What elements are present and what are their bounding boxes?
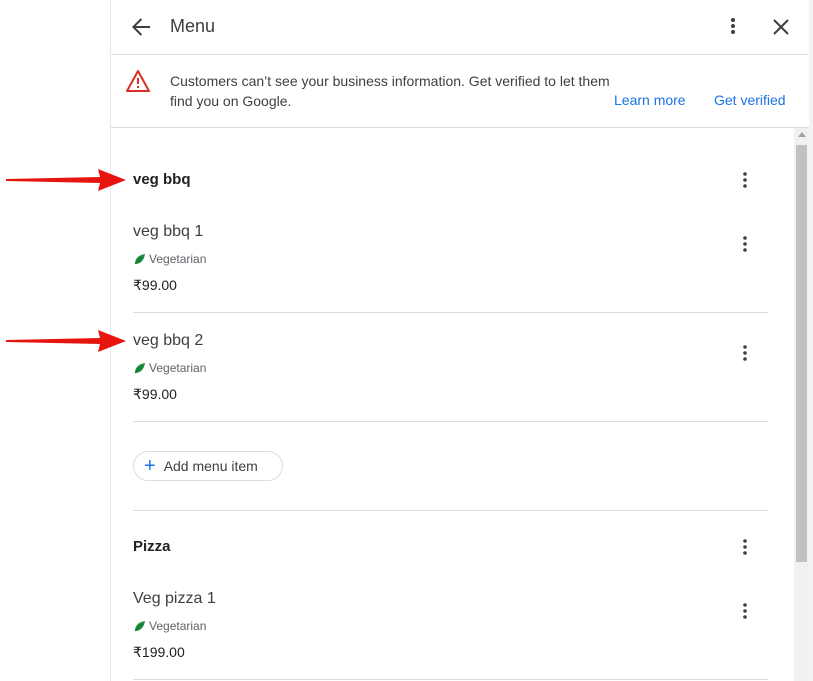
item-more-button[interactable] [731, 597, 759, 625]
section-title-pizza: Pizza [133, 538, 171, 555]
more-vert-icon [743, 345, 747, 361]
section-more-button[interactable] [731, 166, 759, 194]
divider [133, 421, 768, 422]
scroll-up-arrow-icon[interactable] [798, 132, 806, 137]
page-title: Menu [170, 16, 216, 36]
get-verified-link[interactable]: Get verified [714, 92, 786, 108]
dietary-tag: Vegetarian [133, 252, 206, 266]
menu-item-price: ₹199.00 [133, 644, 185, 660]
dietary-tag-label: Vegetarian [149, 252, 207, 266]
add-menu-item-label: Add menu item [163, 458, 258, 474]
leaf-icon [134, 253, 145, 264]
leaf-icon [134, 362, 145, 373]
dietary-tag: Vegetarian [133, 361, 206, 375]
more-vert-icon [731, 18, 735, 34]
page-edge [809, 0, 813, 681]
more-vert-icon [743, 172, 747, 188]
section-title-veg-bbq: veg bbq [133, 171, 191, 188]
back-button[interactable] [125, 11, 157, 43]
dietary-tag-label: Vegetarian [149, 361, 207, 375]
banner-message: Customers can’t see your business inform… [170, 73, 610, 109]
add-menu-item-button[interactable]: + Add menu item [133, 451, 283, 481]
leaf-icon [134, 620, 145, 631]
dietary-tag-label: Vegetarian [149, 619, 207, 633]
verification-banner: Customers can’t see your business inform… [111, 55, 809, 128]
section-more-button[interactable] [731, 533, 759, 561]
dietary-tag: Vegetarian [133, 619, 206, 633]
menu-content: veg bbq veg bbq 1 Vegetarian ₹99.00 veg … [111, 128, 794, 681]
item-more-button[interactable] [731, 230, 759, 258]
divider [133, 312, 768, 313]
more-vert-icon [743, 236, 747, 252]
scrollbar-thumb[interactable] [796, 145, 807, 562]
divider [133, 679, 768, 680]
plus-icon: + [144, 455, 156, 477]
warning-icon [126, 70, 150, 92]
section-divider [133, 510, 768, 511]
annotation-arrow-icon [6, 330, 126, 352]
more-vert-icon [743, 603, 747, 619]
panel-header: Menu [111, 0, 809, 55]
close-icon [773, 19, 789, 35]
header-more-button[interactable] [717, 11, 749, 43]
item-more-button[interactable] [731, 339, 759, 367]
more-vert-icon [743, 539, 747, 555]
close-button[interactable] [765, 11, 797, 43]
scrollbar[interactable] [794, 128, 809, 681]
menu-item-price: ₹99.00 [133, 277, 177, 293]
menu-item-price: ₹99.00 [133, 386, 177, 402]
annotation-arrow-icon [6, 169, 126, 191]
back-arrow-icon [132, 18, 150, 36]
menu-panel: Menu Customers can’t see your business i… [110, 0, 809, 681]
learn-more-link[interactable]: Learn more [614, 92, 686, 108]
menu-item-name: veg bbq 1 [133, 223, 204, 240]
menu-item-name: veg bbq 2 [133, 332, 204, 349]
menu-item-name: Veg pizza 1 [133, 590, 216, 607]
